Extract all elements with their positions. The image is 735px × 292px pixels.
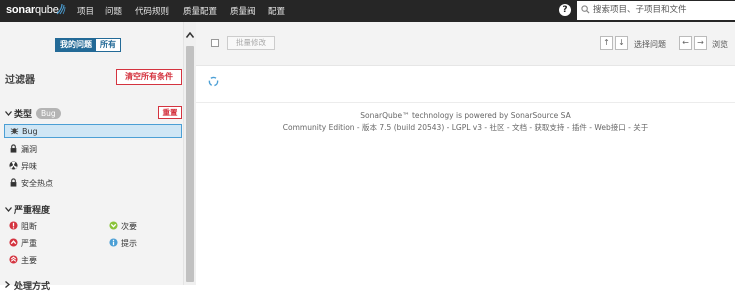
type-item-security-hotspot[interactable]: 安全热点	[8, 177, 53, 189]
sidebar-scrollbar[interactable]	[183, 22, 196, 285]
type-item-vulnerability[interactable]: 漏洞	[8, 143, 37, 155]
severity-item-label: 主要	[21, 255, 37, 265]
type-facet-badge: Bug	[36, 108, 61, 119]
arrow-right-icon: →	[697, 38, 704, 47]
all-issues-button[interactable]: 所有	[96, 39, 120, 51]
type-item-label: 安全热点	[21, 178, 53, 188]
filters-sidebar: 我的问题 所有 过滤器 清空所有条件 类型 Bug 重置 Bug 漏洞 异味 安…	[0, 22, 196, 292]
severity-facet-title: 严重程度	[14, 206, 51, 216]
nav-rules[interactable]: 代码规则	[135, 5, 169, 17]
arrow-down-icon: ↓	[618, 38, 625, 47]
scrollbar-thumb[interactable]	[186, 46, 194, 282]
nav-administration[interactable]: 配置	[268, 5, 285, 17]
type-reset-button[interactable]: 重置	[158, 106, 182, 119]
search-icon	[581, 5, 590, 14]
issues-toolbar: 批量修改 ↑ ↓ 选择问题 ← → 浏览	[196, 22, 735, 66]
chevron-right-icon	[5, 280, 14, 291]
minor-icon	[108, 220, 118, 232]
arrow-left-icon: ←	[682, 38, 689, 47]
scroll-up-arrow-icon[interactable]	[186, 32, 194, 38]
critical-icon	[8, 237, 18, 249]
help-icon[interactable]: ?	[559, 4, 571, 16]
type-item-label: 漏洞	[21, 144, 37, 154]
chevron-down-icon	[5, 205, 14, 215]
nav-quality-gates[interactable]: 质量阀	[230, 5, 256, 17]
severity-item-critical[interactable]: 严重	[8, 237, 37, 249]
type-item-label: Bug	[22, 126, 38, 136]
clear-all-filters-button[interactable]: 清空所有条件	[116, 69, 182, 85]
arrow-up-icon: ↑	[603, 38, 610, 47]
footer-links[interactable]: Community Edition - 版本 7.5 (build 20543)…	[196, 122, 735, 133]
major-icon	[8, 254, 18, 266]
bulk-change-button[interactable]: 批量修改	[227, 36, 275, 50]
loading-spinner-icon	[208, 76, 219, 87]
sidebar-content: 我的问题 所有 过滤器 清空所有条件 类型 Bug 重置 Bug 漏洞 异味 安…	[0, 22, 183, 292]
my-issues-button[interactable]: 我的问题	[56, 39, 96, 51]
nav-quality-profiles[interactable]: 质量配置	[183, 5, 217, 17]
type-facet-title: 类型	[14, 110, 33, 120]
top-navigation-bar: sonarqube 项目 问题 代码规则 质量配置 质量阀 配置 ?	[0, 0, 735, 22]
severity-item-label: 提示	[121, 238, 137, 248]
browse-label: 浏览	[712, 40, 728, 49]
type-item-code-smell[interactable]: 异味	[8, 160, 37, 172]
severity-item-blocker[interactable]: 阻断	[8, 220, 37, 232]
resolution-facet-title: 处理方式	[14, 282, 51, 292]
info-icon	[108, 237, 118, 249]
radiation-icon	[8, 160, 18, 172]
prev-page-button[interactable]: ←	[679, 36, 692, 50]
bug-icon	[9, 126, 19, 137]
my-all-toggle: 我的问题 所有	[55, 38, 121, 52]
select-all-checkbox[interactable]	[211, 39, 219, 47]
next-issue-button[interactable]: ↓	[615, 36, 628, 50]
severity-item-info[interactable]: 提示	[108, 237, 137, 249]
global-search[interactable]	[577, 1, 735, 20]
lock-icon	[8, 143, 18, 155]
severity-item-minor[interactable]: 次要	[108, 220, 137, 232]
issues-main-panel: 批量修改 ↑ ↓ 选择问题 ← → 浏览 SonarQube™ technolo…	[196, 22, 735, 285]
nav-projects[interactable]: 项目	[77, 5, 94, 17]
footer-powered-by: SonarQube™ technology is powered by Sona…	[360, 111, 571, 120]
severity-facet-header[interactable]: 严重程度	[5, 203, 50, 216]
sonarqube-logo[interactable]: sonarqube	[6, 4, 59, 16]
type-item-bug[interactable]: Bug	[4, 124, 182, 138]
resolution-facet-header[interactable]: 处理方式	[5, 279, 50, 292]
previous-issue-button[interactable]: ↑	[600, 36, 613, 50]
chevron-down-icon	[5, 109, 14, 119]
nav-issues[interactable]: 问题	[105, 5, 122, 17]
logo-waves-icon	[56, 3, 66, 15]
severity-item-label: 阻断	[21, 221, 37, 231]
blocker-icon	[8, 220, 18, 232]
search-input[interactable]	[593, 3, 731, 17]
next-page-button[interactable]: →	[694, 36, 707, 50]
footer-divider	[196, 102, 735, 103]
filters-title: 过滤器	[5, 75, 35, 86]
select-issues-label: 选择问题	[634, 40, 666, 49]
severity-item-label: 次要	[121, 221, 137, 231]
lock-icon	[8, 177, 18, 189]
type-facet-header[interactable]: 类型 Bug	[5, 107, 61, 120]
type-item-label: 异味	[21, 161, 37, 171]
severity-item-label: 严重	[21, 238, 37, 248]
severity-item-major[interactable]: 主要	[8, 254, 37, 266]
